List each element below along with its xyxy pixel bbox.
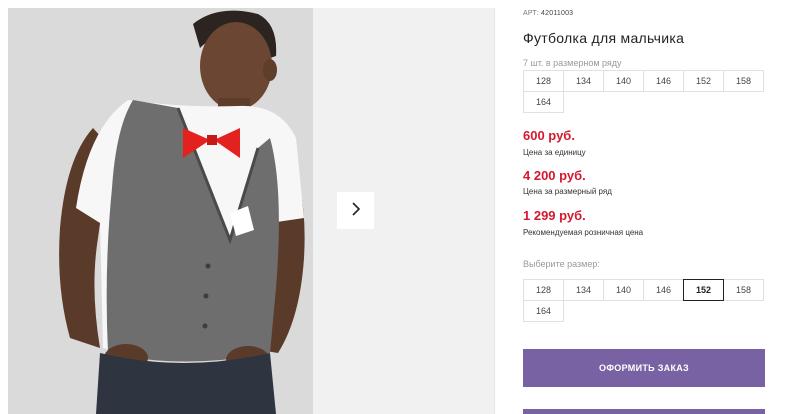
gallery-next-button[interactable] bbox=[337, 192, 374, 229]
size-option[interactable]: 158 bbox=[723, 279, 764, 301]
size-row-cell: 146 bbox=[643, 70, 684, 92]
size-row-cell: 164 bbox=[523, 91, 564, 113]
article-label: АРТ: bbox=[523, 10, 540, 17]
product-gallery bbox=[8, 8, 494, 414]
place-order-button[interactable]: ОФОРМИТЬ ЗАКАЗ bbox=[523, 349, 765, 387]
size-option[interactable]: 128 bbox=[523, 279, 564, 301]
article-value: 42011003 bbox=[541, 10, 574, 17]
product-photo[interactable] bbox=[8, 8, 313, 414]
size-row-cell: 158 bbox=[723, 70, 764, 92]
size-row-cell: 128 bbox=[523, 70, 564, 92]
size-option[interactable]: 146 bbox=[643, 279, 684, 301]
size-option[interactable]: 164 bbox=[523, 300, 564, 322]
choose-size-label: Выберите размер: bbox=[523, 259, 600, 269]
size-row-cell: 140 bbox=[603, 70, 644, 92]
gallery-divider bbox=[494, 8, 495, 414]
retail-price-note: Рекомендуемая розничная цена bbox=[523, 228, 644, 237]
size-row-cell: 152 bbox=[683, 70, 724, 92]
size-row-price: 4 200 руб. bbox=[523, 168, 586, 183]
product-title: Футболка для мальчика bbox=[523, 30, 685, 46]
size-row-table: 128 134 140 146 152 158 164 bbox=[523, 70, 771, 113]
size-selector: 128 134 140 146 152 158 164 bbox=[523, 279, 771, 322]
unit-price-note: Цена за единицу bbox=[523, 148, 586, 157]
unit-price: 600 руб. bbox=[523, 128, 575, 143]
boy-in-tshirt-image bbox=[8, 8, 313, 414]
size-option[interactable]: 134 bbox=[563, 279, 604, 301]
retail-price: 1 299 руб. bbox=[523, 208, 586, 223]
size-option[interactable]: 140 bbox=[603, 279, 644, 301]
size-option[interactable]: 152 bbox=[683, 279, 724, 301]
size-row-price-note: Цена за размерный ряд bbox=[523, 187, 612, 196]
size-row-cell: 134 bbox=[563, 70, 604, 92]
secondary-action-button[interactable] bbox=[523, 409, 765, 414]
article-number: АРТ: 42011003 bbox=[523, 10, 573, 17]
size-row-count: 7 шт. в размерном ряду bbox=[523, 58, 622, 68]
chevron-right-icon bbox=[350, 201, 362, 220]
